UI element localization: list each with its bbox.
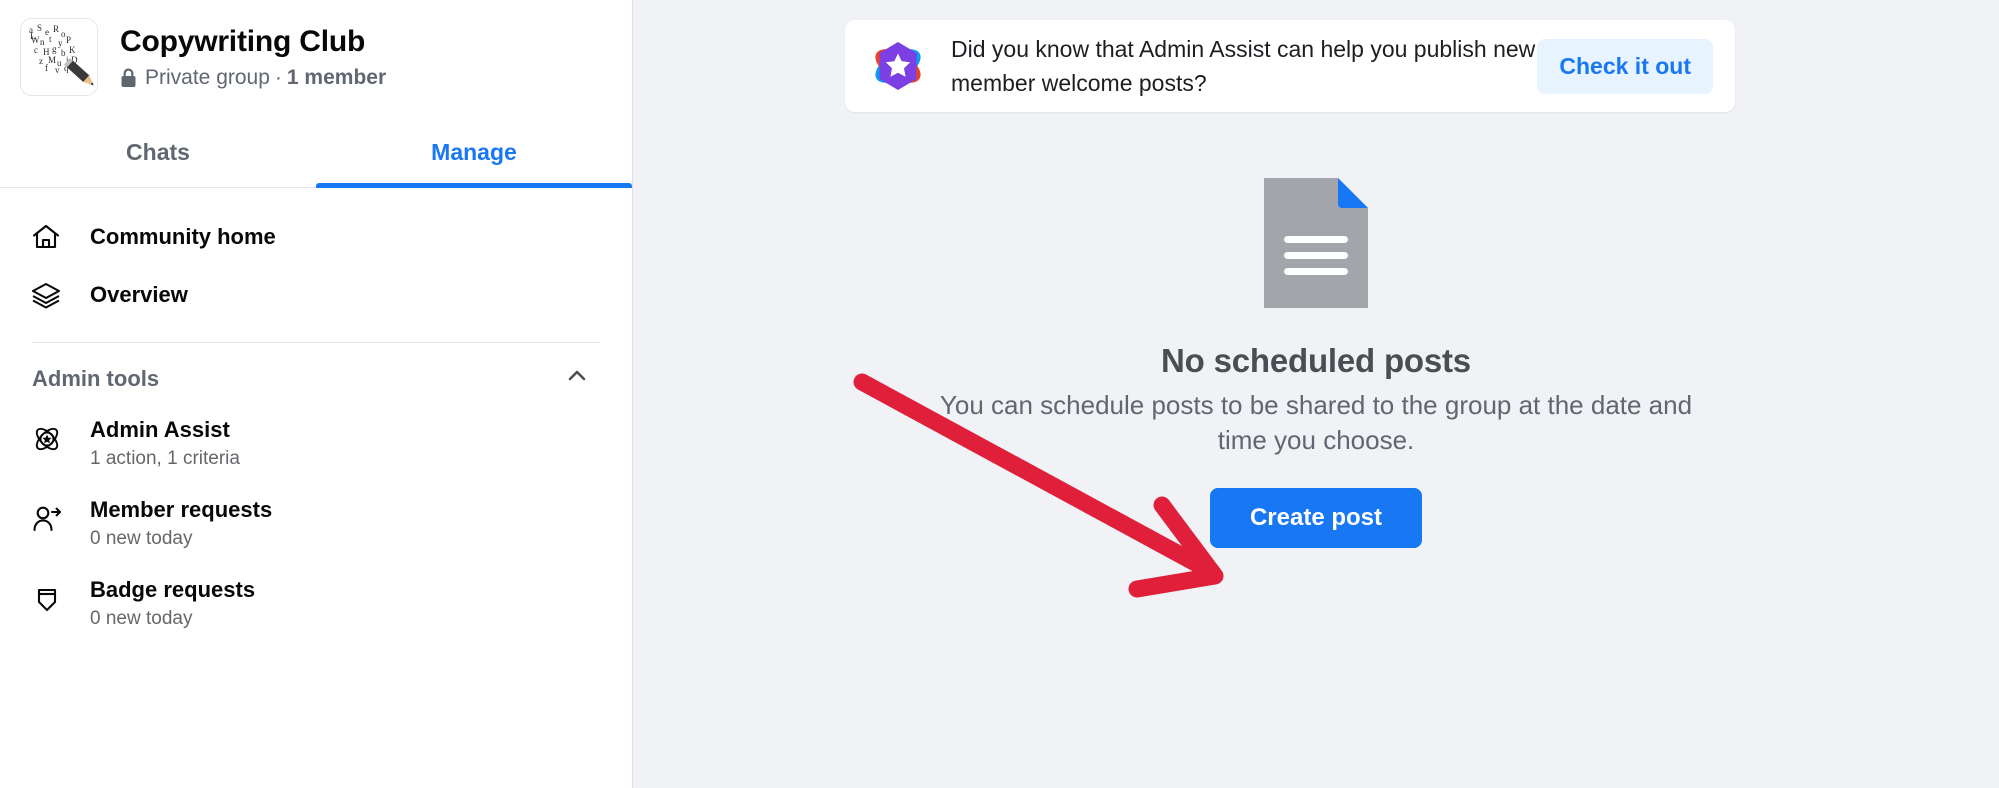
sidebar-nav: Community home Overview Admin tools Admi…: [0, 188, 632, 644]
sidebar-item-label: Community home: [90, 224, 276, 249]
svg-text:y: y: [58, 38, 63, 48]
tab-manage[interactable]: Manage: [316, 126, 632, 188]
empty-state-description: You can schedule posts to be shared to t…: [939, 390, 1693, 455]
empty-state: No scheduled posts You can schedule post…: [633, 178, 1999, 548]
admin-assist-icon: [30, 416, 72, 456]
app-root: aSe RoW nty PcH gbK zMu iLD fvq Copywrit…: [0, 0, 1999, 788]
group-privacy-label: Private group: [145, 65, 270, 89]
group-subtitle: Private group · 1 member: [120, 65, 386, 91]
svg-text:R: R: [53, 24, 59, 34]
sidebar-item-label: Badge requests: [90, 577, 256, 602]
admin-tools-section-header[interactable]: Admin tools: [20, 353, 612, 404]
empty-state-title: No scheduled posts: [1161, 342, 1471, 379]
sidebar-item-sublabel: 0 new today: [90, 608, 193, 629]
svg-text:z: z: [39, 56, 43, 66]
sidebar-item-sublabel: 1 action, 1 criteria: [90, 448, 240, 469]
sidebar-item-label: Member requests: [90, 497, 273, 522]
layers-icon: [30, 279, 72, 311]
create-post-button[interactable]: Create post: [1209, 488, 1423, 548]
sidebar-item-text: Badge requests 0 new today: [90, 576, 255, 632]
sidebar-item-text: Member requests 0 new today: [90, 496, 272, 552]
svg-text:L: L: [30, 31, 36, 41]
group-meta: Copywriting Club Private group · 1 membe…: [120, 24, 386, 91]
lock-icon: [120, 68, 137, 88]
svg-text:v: v: [55, 65, 60, 75]
svg-text:f: f: [45, 63, 48, 73]
person-add-icon: [30, 496, 72, 536]
svg-text:n: n: [40, 37, 45, 47]
sidebar-item-overview[interactable]: Overview: [20, 266, 612, 324]
admin-assist-star-icon: [869, 37, 927, 95]
chevron-up-icon[interactable]: [564, 363, 590, 394]
sidebar-tabs: Chats Manage: [0, 126, 632, 188]
sidebar-item-text: Admin Assist 1 action, 1 criteria: [90, 416, 240, 472]
svg-text:S: S: [37, 23, 42, 33]
group-meta-separator: ·: [274, 65, 282, 89]
svg-text:P: P: [66, 35, 71, 45]
svg-text:K: K: [69, 45, 76, 55]
sidebar-divider: [32, 342, 600, 343]
check-it-out-button[interactable]: Check it out: [1537, 38, 1713, 94]
admin-assist-banner: Did you know that Admin Assist can help …: [845, 20, 1735, 112]
svg-text:c: c: [34, 45, 38, 55]
sidebar-item-community-home[interactable]: Community home: [20, 208, 612, 266]
avatar[interactable]: aSe RoW nty PcH gbK zMu iLD fvq: [20, 18, 98, 96]
admin-tools-title: Admin tools: [32, 365, 160, 391]
svg-text:g: g: [52, 44, 57, 54]
group-member-count: 1 member: [286, 65, 387, 89]
main-content: Did you know that Admin Assist can help …: [633, 0, 1999, 788]
pencil-letters-avatar-icon: aSe RoW nty Pc H gbK zMu iLD fvq: [21, 19, 97, 95]
sidebar-item-label: Overview: [90, 282, 188, 307]
sidebar-item-member-requests[interactable]: Member requests 0 new today: [20, 484, 612, 564]
sidebar: aSe RoW nty PcH gbK zMu iLD fvq Copywrit…: [0, 0, 633, 788]
svg-text:M: M: [48, 55, 56, 65]
group-header: aSe RoW nty PcH gbK zMu iLD fvq Copywrit…: [0, 0, 632, 96]
home-icon: [30, 221, 72, 253]
sidebar-item-badge-requests[interactable]: Badge requests 0 new today: [20, 564, 612, 644]
tab-chats[interactable]: Chats: [0, 126, 316, 188]
document-icon: [1264, 178, 1368, 308]
page-title: Copywriting Club: [120, 24, 366, 58]
sidebar-item-sublabel: 0 new today: [90, 528, 193, 549]
banner-message: Did you know that Admin Assist can help …: [951, 36, 1536, 96]
sidebar-item-admin-assist[interactable]: Admin Assist 1 action, 1 criteria: [20, 404, 612, 484]
badge-icon: [30, 576, 72, 616]
sidebar-item-label: Admin Assist: [90, 417, 230, 442]
